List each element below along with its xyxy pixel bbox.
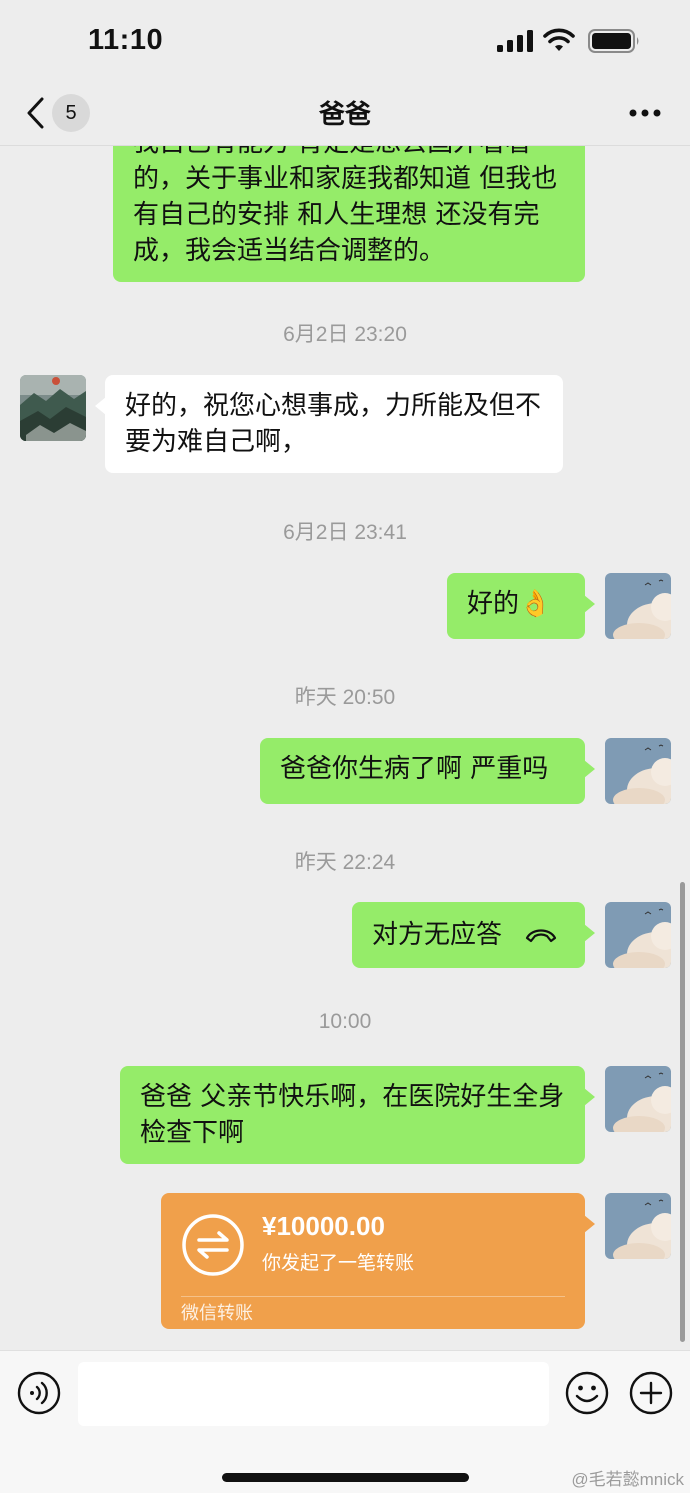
cellular-signal-icon [497,30,533,52]
call-status-text: 对方无应答 [372,920,503,950]
my-avatar[interactable] [605,902,671,968]
phone-hangup-icon [525,929,557,943]
timestamp: 昨天 22:24 [294,851,396,874]
message-text: 我自己有能力 肯定是想去国外看看的，关于事业和家庭我都知道 但我也有自己的安排 … [133,128,558,266]
message-text: 好的，祝您心想事成，力所能及但不要为难自己啊， [125,391,542,457]
divider [181,1296,565,1297]
message-text: 好的👌 [467,589,552,619]
contact-avatar[interactable] [20,375,86,441]
timestamp: 昨天 20:50 [294,686,396,709]
message-text: 爸爸你生病了啊 严重吗 [280,754,549,784]
my-avatar[interactable] [605,1193,671,1259]
status-bar: 11:10 [0,0,690,82]
message-bubble-sent[interactable]: 爸爸 父亲节快乐啊，在医院好生全身检查下啊 [120,1066,595,1164]
transfer-card[interactable]: ¥10000.00 你发起了一笔转账 微信转账 [161,1193,595,1329]
transfer-amount: ¥10000.00 [262,1211,385,1241]
message-bubble-sent[interactable]: 爸爸你生病了啊 严重吗 [260,738,595,804]
timestamp: 6月2日 23:41 [283,521,407,544]
my-avatar[interactable] [605,738,671,804]
nav-bar: 5 爸爸 [0,82,690,146]
timestamp: 6月2日 23:20 [283,323,407,346]
transfer-description: 你发起了一笔转账 [262,1252,415,1274]
status-time: 11:10 [88,24,164,56]
transfer-arrows-icon [182,1214,244,1276]
timestamp: 10:00 [318,1010,372,1033]
transfer-footer-label: 微信转账 [181,1303,253,1324]
message-input[interactable] [78,1362,549,1426]
wifi-icon [543,28,575,51]
emoji-icon[interactable] [565,1371,609,1415]
home-indicator [222,1473,469,1482]
message-text: 爸爸 父亲节快乐啊，在医院好生全身检查下啊 [140,1082,565,1148]
voice-input-icon[interactable] [17,1371,61,1415]
plus-icon[interactable] [629,1371,673,1415]
my-avatar[interactable] [605,1066,671,1132]
call-record-bubble[interactable]: 对方无应答 [352,902,595,968]
message-bubble-sent[interactable]: 好的👌 [447,573,595,639]
watermark: @毛若懿mnick [571,1470,684,1489]
more-options-icon[interactable] [628,108,662,118]
chat-area[interactable]: 我自己有能力 肯定是想去国外看看的，关于事业和家庭我都知道 但我也有自己的安排 … [0,0,690,1350]
my-avatar[interactable] [605,573,671,639]
battery-icon [588,29,639,53]
scrollbar[interactable] [680,882,685,1342]
chat-title: 爸爸 [318,100,371,130]
message-bubble-received[interactable]: 好的，祝您心想事成，力所能及但不要为难自己啊， [95,375,563,473]
